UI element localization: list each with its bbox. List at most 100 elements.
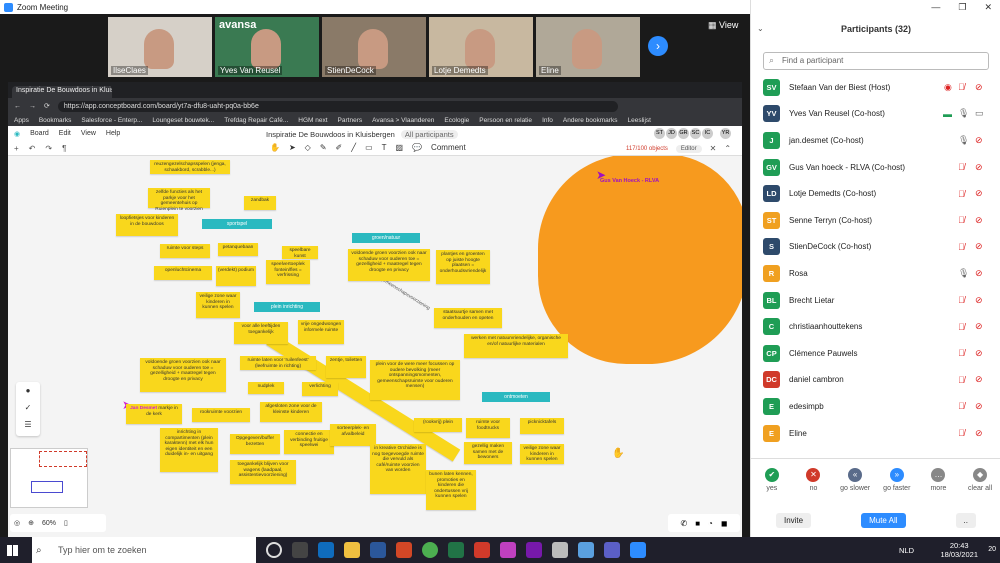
- sticky-note[interactable]: voldoende groen voorzien ook naar schadu…: [140, 358, 226, 392]
- sticky-note[interactable]: Jan Desmet markje in de kerk: [126, 404, 182, 424]
- sticky-note[interactable]: (rookvrij) plein: [414, 418, 462, 432]
- participant-row[interactable]: LD Lotje Demedts (Co-host) 🎙̸ ⊘: [751, 180, 1000, 207]
- check-icon[interactable]: ✓: [16, 399, 40, 416]
- sticky-note[interactable]: loopfietsjes voor kinderen in de bouwdoo…: [116, 214, 178, 236]
- audience-badge[interactable]: All participants: [400, 130, 458, 139]
- add-icon[interactable]: +: [14, 144, 19, 153]
- participant-row[interactable]: ST Senne Terryn (Co-host) 🎙̸ ⊘: [751, 207, 1000, 234]
- orange-cloud-shape[interactable]: [538, 156, 742, 364]
- back-icon[interactable]: ←: [14, 103, 21, 110]
- search-participant-input[interactable]: Find a participant: [763, 52, 989, 70]
- bookmark-item[interactable]: Persoon en relatie: [479, 117, 532, 124]
- sticky-note[interactable]: connectie en verbinding fruitige speelwe…: [284, 430, 334, 454]
- zoom-level[interactable]: 60%: [42, 520, 56, 527]
- hand-icon[interactable]: ✋: [270, 143, 280, 152]
- sticky-note[interactable]: vrije ongedwongen informele ruimte: [298, 320, 344, 344]
- participant-row[interactable]: DC daniel cambron 🎙̸ ⊘: [751, 367, 1000, 394]
- powerpoint-icon[interactable]: [396, 542, 412, 558]
- bookmark-item[interactable]: Loungeset bouwtek...: [152, 117, 214, 124]
- video-thumbnail[interactable]: avansa Yves Van Reusel: [215, 17, 319, 77]
- highlighter-icon[interactable]: ✐: [336, 143, 343, 152]
- forward-icon[interactable]: →: [29, 103, 36, 110]
- bookmark-item[interactable]: Apps: [14, 117, 29, 124]
- collapse-icon[interactable]: ⌃: [724, 144, 731, 153]
- sticky-note[interactable]: ruimte voor foodtrucks: [466, 418, 510, 438]
- category-plein-inrichting[interactable]: plein inrichting: [254, 302, 320, 312]
- bookmark-item[interactable]: Bookmarks: [39, 117, 72, 124]
- reaction-go-faster[interactable]: » go faster: [877, 468, 917, 504]
- mic-muted-icon[interactable]: 🎙̸: [958, 375, 965, 385]
- sticky-note[interactable]: speelvertoeplek fontein/fles = verfrissi…: [266, 260, 310, 284]
- camera-off-icon[interactable]: ⊘: [975, 82, 983, 93]
- restore-icon[interactable]: ❐: [958, 2, 966, 13]
- mic-muted-icon[interactable]: 🎙̸: [958, 189, 965, 199]
- word-icon[interactable]: [370, 542, 386, 558]
- sticky-note[interactable]: voor alle leeftijden toegankelijk: [234, 322, 288, 344]
- sticky-note[interactable]: sorteerplek- en afvalbeleid: [330, 424, 376, 446]
- notification-badge[interactable]: 20: [988, 546, 996, 553]
- sticky-note[interactable]: afgesloten zone voor de kleinste kindere…: [260, 402, 322, 422]
- mic-muted-icon[interactable]: 🎙̸: [958, 162, 965, 172]
- sticky-note[interactable]: zentje, toiletten: [326, 356, 366, 378]
- sticky-note[interactable]: openluchtcinema: [154, 266, 212, 280]
- camera-off-icon[interactable]: ⊘: [975, 348, 983, 359]
- view-button[interactable]: ▦ View: [708, 20, 738, 31]
- sticky-note[interactable]: voldoende groen voorzien ook naar schadu…: [348, 249, 430, 281]
- avatar[interactable]: ST: [654, 128, 665, 139]
- camera-icon[interactable]: ■: [695, 519, 700, 528]
- participant-row[interactable]: GV Gus Van hoeck - RLVA (Co-host) 🎙̸ ⊘: [751, 154, 1000, 181]
- participant-row[interactable]: SV Stefaan Van der Biest (Host) ◉ 🎙̸ ⊘: [751, 74, 1000, 101]
- camera-off-icon[interactable]: ⊘: [975, 215, 983, 226]
- task-view-icon[interactable]: [292, 542, 308, 558]
- board-minimap[interactable]: [10, 448, 88, 508]
- language-indicator[interactable]: NLD: [899, 546, 914, 555]
- mic-muted-icon[interactable]: 🎙̸: [958, 322, 965, 332]
- whiteboard-canvas[interactable]: gemeenschapsvoorziening ➤ Gus Van Hoeck …: [8, 156, 742, 537]
- avatar[interactable]: YR: [720, 128, 731, 139]
- clock[interactable]: 20:43 18/03/2021: [940, 541, 978, 559]
- text-icon[interactable]: T: [382, 143, 387, 152]
- reaction-yes[interactable]: ✔ yes: [752, 468, 792, 504]
- taskbar-search[interactable]: ⌕ Typ hier om te zoeken: [32, 537, 256, 563]
- image-icon[interactable]: ▨: [396, 143, 404, 152]
- avatar[interactable]: JD: [666, 128, 677, 139]
- camera-off-icon[interactable]: ⊘: [975, 401, 983, 412]
- menu-board[interactable]: Board: [30, 130, 49, 138]
- avatar[interactable]: IC: [702, 128, 713, 139]
- reload-icon[interactable]: ⟳: [44, 102, 50, 110]
- zoom-taskbar-icon[interactable]: [630, 542, 646, 558]
- excel-icon[interactable]: [448, 542, 464, 558]
- wifi-icon[interactable]: [578, 542, 594, 558]
- participant-row[interactable]: Eedesimpb 🎙̸ ⊘: [751, 393, 1000, 420]
- start-button[interactable]: [0, 537, 24, 563]
- sticky-note[interactable]: staatsuurtje samen met onderhouden en op…: [434, 308, 502, 328]
- bookmark-item[interactable]: Partners: [338, 117, 363, 124]
- mic-icon[interactable]: 🎙: [958, 135, 969, 146]
- file-explorer-icon[interactable]: [344, 542, 360, 558]
- calculator-icon[interactable]: [552, 542, 568, 558]
- outlook-icon[interactable]: [318, 542, 334, 558]
- sticky-note[interactable]: inrichting in compartimenten (plein kara…: [160, 428, 218, 472]
- next-page-button[interactable]: ›: [648, 36, 668, 56]
- editor-badge[interactable]: Editor: [675, 144, 702, 153]
- chat-icon[interactable]: ◼: [721, 519, 728, 528]
- camera-off-icon[interactable]: ⊘: [975, 162, 983, 173]
- mic-muted-icon[interactable]: 🎙̸: [958, 401, 965, 411]
- bookmark-item[interactable]: Avansa > Vlaanderen: [372, 117, 434, 124]
- mic-icon[interactable]: 🎙: [958, 268, 969, 279]
- mic-muted-icon[interactable]: 🎙̸: [958, 295, 965, 305]
- sticky-note[interactable]: werken met natuurvriendelijke, organisch…: [464, 334, 568, 358]
- mic-muted-icon[interactable]: 🎙̸: [958, 348, 965, 358]
- participant-row[interactable]: E Eline 🎙̸ ⊘: [751, 420, 1000, 447]
- category-groen-natuur[interactable]: groen/natuur: [352, 233, 420, 243]
- bookmark-item[interactable]: Info: [542, 117, 553, 124]
- bookmark-item[interactable]: Trefdag Repair Café...: [224, 117, 288, 124]
- menu-view[interactable]: View: [81, 130, 96, 138]
- camera-off-icon[interactable]: ⊘: [975, 321, 983, 332]
- sticky-note[interactable]: bunen laten kennen, promoties en kindere…: [426, 470, 476, 510]
- bookmark-item[interactable]: HGM next: [298, 117, 327, 124]
- comment-icon[interactable]: 💬: [412, 143, 422, 152]
- mic-muted-icon[interactable]: 🎙̸: [958, 428, 965, 438]
- sticky-note[interactable]: zelfde functies als het parkje voor het …: [148, 188, 210, 212]
- sticky-note[interactable]: gezellig maken samen met de bewoners: [464, 442, 512, 464]
